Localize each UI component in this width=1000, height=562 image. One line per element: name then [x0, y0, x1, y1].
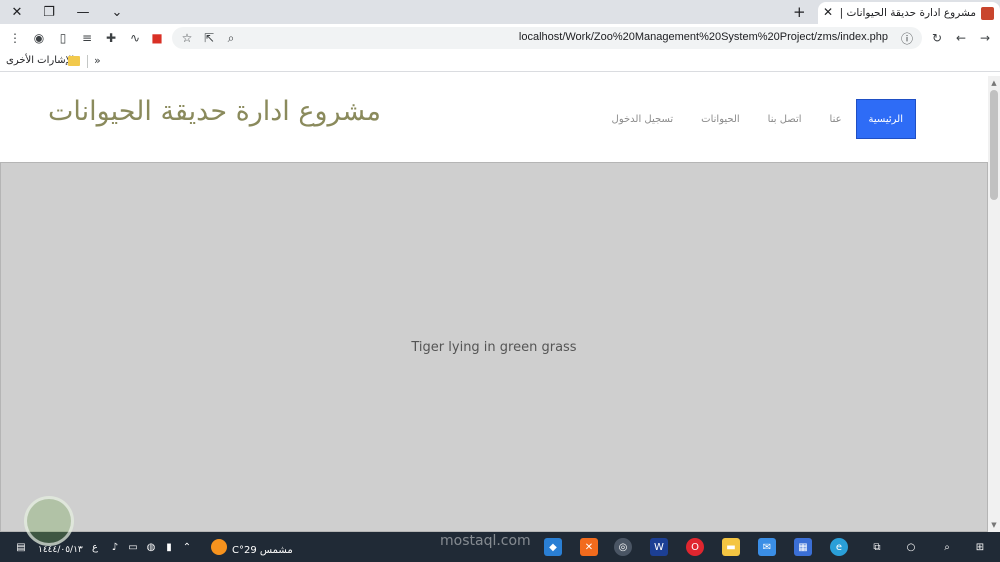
- reading-list-icon[interactable]: ≡: [78, 29, 96, 47]
- other-bookmarks-label[interactable]: الإشارات الأخرى: [6, 55, 74, 66]
- xampp-app-icon[interactable]: ✕: [580, 538, 598, 556]
- bookmarks-bar: الإشارات الأخرى »: [0, 52, 1000, 72]
- url-text[interactable]: localhost/Work/Zoo%20Management%20System…: [519, 31, 888, 43]
- globe-icon[interactable]: ◍: [144, 538, 158, 556]
- web-page: مشروع ادارة حديقة الحيوانات الرئيسية عنا…: [0, 76, 988, 532]
- tab-search-chevron-icon[interactable]: ⌄: [102, 0, 132, 24]
- close-window-icon[interactable]: ✕: [2, 0, 32, 24]
- opera-app-icon[interactable]: O: [686, 538, 704, 556]
- mail-app-icon[interactable]: ✉: [758, 538, 776, 556]
- word-app-icon[interactable]: W: [650, 538, 668, 556]
- page-scrollbar[interactable]: ▲ ▼: [988, 76, 1000, 532]
- battery-icon[interactable]: ▮: [162, 538, 176, 556]
- windows-start-icon[interactable]: ⊞: [970, 538, 990, 556]
- performance-icon[interactable]: ∿: [126, 29, 144, 47]
- profile-avatar-icon[interactable]: ◉: [30, 29, 48, 47]
- new-tab-button[interactable]: +: [793, 3, 806, 21]
- cortana-circle-icon[interactable]: ○: [902, 538, 920, 556]
- search-icon[interactable]: ⌕: [938, 538, 956, 556]
- browser-toolbar: ⋮ ◉ ▯ ≡ ✚ ∿ ■ ☆ ⇱ ⌕ localhost/Work/Zoo%2…: [0, 24, 1000, 52]
- site-favicon-icon: [981, 6, 994, 20]
- bookmarks-overflow-icon[interactable]: »: [94, 54, 101, 67]
- volume-icon[interactable]: ♪: [108, 538, 122, 556]
- nav-animals[interactable]: الحيوانات: [687, 99, 754, 139]
- tab-title: مشروع ادارة حديقة الحيوانات | الص: [836, 7, 976, 19]
- scrollbar-thumb[interactable]: [990, 90, 998, 200]
- hero-image-label: Tiger lying in green grass: [411, 339, 577, 355]
- main-nav: الرئيسية عنا اتصل بنا الحيوانات تسجيل ال…: [598, 99, 916, 139]
- watermark-text: mostaql.com: [440, 533, 531, 549]
- site-info-icon[interactable]: ⓘ: [898, 29, 916, 47]
- zoom-icon[interactable]: ⌕: [222, 29, 240, 47]
- nav-contact[interactable]: اتصل بنا: [754, 99, 816, 139]
- site-header: مشروع ادارة حديقة الحيوانات الرئيسية عنا…: [0, 76, 988, 162]
- network-icon[interactable]: ▭: [126, 538, 140, 556]
- screen: ✕ ❐ — ⌄ + مشروع ادارة حديقة الحيوانات | …: [0, 0, 1000, 562]
- tab-strip: ✕ ❐ — ⌄ + مشروع ادارة حديقة الحيوانات | …: [0, 0, 1000, 24]
- hero-image: Tiger lying in green grass: [0, 162, 988, 532]
- nav-login[interactable]: تسجيل الدخول: [598, 99, 688, 139]
- sidebar-icon[interactable]: ▯: [54, 29, 72, 47]
- minimize-window-icon[interactable]: —: [68, 0, 98, 24]
- notifications-icon[interactable]: ▤: [10, 538, 32, 556]
- bookmark-star-icon[interactable]: ☆: [178, 29, 196, 47]
- vscode-app-icon[interactable]: ◆: [544, 538, 562, 556]
- browser-tab[interactable]: مشروع ادارة حديقة الحيوانات | الص ✕: [818, 2, 1000, 24]
- share-icon[interactable]: ⇱: [200, 29, 218, 47]
- edge-app-icon[interactable]: e: [830, 538, 848, 556]
- security-extension-icon[interactable]: ■: [148, 29, 166, 47]
- tray-overflow-icon[interactable]: ⌃: [180, 538, 194, 556]
- close-tab-icon[interactable]: ✕: [823, 5, 833, 19]
- back-arrow-icon[interactable]: ←: [952, 29, 970, 47]
- restore-window-icon[interactable]: ❐: [34, 0, 64, 24]
- menu-kebab-icon[interactable]: ⋮: [6, 29, 24, 47]
- scroll-up-arrow-icon[interactable]: ▲: [990, 79, 998, 87]
- weather-text[interactable]: مشمس 29°C: [232, 541, 293, 559]
- forward-arrow-icon[interactable]: →: [976, 29, 994, 47]
- task-view-icon[interactable]: ⧉: [868, 538, 886, 556]
- bookmarks-divider: [87, 55, 88, 68]
- nav-about[interactable]: عنا: [816, 99, 856, 139]
- site-title[interactable]: مشروع ادارة حديقة الحيوانات: [48, 96, 381, 127]
- file-explorer-app-icon[interactable]: ▬: [722, 538, 740, 556]
- address-bar[interactable]: ☆ ⇱ ⌕ localhost/Work/Zoo%20Management%20…: [172, 27, 922, 49]
- store-app-icon[interactable]: ▦: [794, 538, 812, 556]
- weather-sun-icon[interactable]: [211, 539, 227, 555]
- reload-icon[interactable]: ↻: [928, 29, 946, 47]
- watermark-logo: [24, 496, 74, 546]
- folder-icon[interactable]: [68, 56, 80, 66]
- keyboard-language[interactable]: ع: [90, 538, 100, 556]
- scroll-down-arrow-icon[interactable]: ▼: [990, 521, 998, 529]
- nav-home[interactable]: الرئيسية: [855, 99, 916, 139]
- chrome-app-icon[interactable]: ◎: [614, 538, 632, 556]
- extensions-puzzle-icon[interactable]: ✚: [102, 29, 120, 47]
